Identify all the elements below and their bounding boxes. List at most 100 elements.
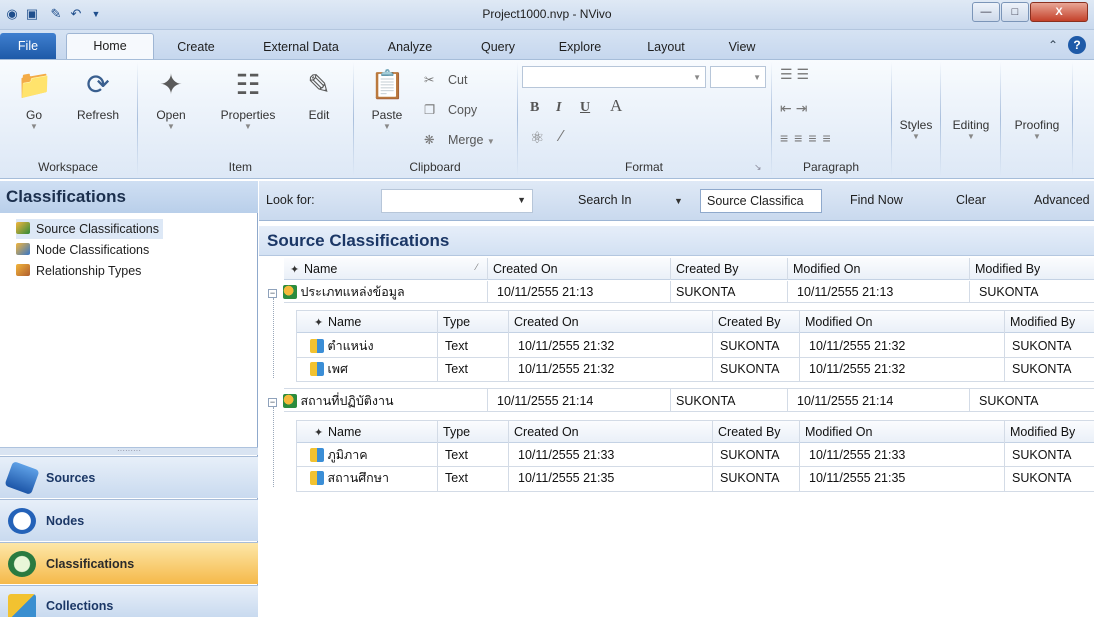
bullets-icon[interactable]: ☰☰ bbox=[780, 66, 813, 83]
modified-by-cell: SUKONTA bbox=[1012, 471, 1072, 485]
draw-line-icon[interactable]: ∕ bbox=[560, 128, 563, 146]
maximize-button[interactable]: □ bbox=[1001, 2, 1029, 22]
column-header-created-on[interactable]: Created On bbox=[493, 259, 558, 279]
tab-file[interactable]: File bbox=[0, 33, 56, 59]
column-header-created-by[interactable]: Created By bbox=[676, 259, 739, 279]
tab-query[interactable]: Query bbox=[470, 35, 526, 59]
pin-icon: ✦ bbox=[314, 317, 324, 329]
copy-button[interactable]: ❐ Copy bbox=[424, 100, 477, 120]
underline-button[interactable]: U bbox=[580, 100, 590, 116]
minimize-button[interactable]: — bbox=[972, 2, 1000, 22]
column-header-name[interactable]: ✦ Name bbox=[290, 259, 337, 279]
tab-external-data[interactable]: External Data bbox=[252, 35, 350, 59]
sub-header-type[interactable]: Type bbox=[443, 312, 470, 332]
nav-sources[interactable]: Sources bbox=[0, 456, 258, 498]
indent-icon[interactable]: ⇤⇥ bbox=[780, 100, 811, 117]
close-button[interactable]: X bbox=[1030, 2, 1088, 22]
list-view-title: Source Classifications bbox=[259, 226, 1094, 256]
nav-classifications[interactable]: Classifications bbox=[0, 542, 258, 584]
bold-button[interactable]: B bbox=[530, 100, 539, 116]
sub-header-name[interactable]: ✦ Name bbox=[314, 312, 361, 332]
nav-splitter[interactable]: ········· bbox=[0, 447, 258, 455]
nav-nodes[interactable]: Nodes bbox=[0, 499, 258, 541]
modified-on-cell: 10/11/2555 21:32 bbox=[809, 362, 906, 376]
find-now-button[interactable]: Find Now bbox=[850, 193, 903, 207]
font-name-combo[interactable]: ▼ bbox=[522, 66, 706, 88]
paste-button[interactable]: 📋 Paste ▼ bbox=[362, 68, 412, 131]
format-dialog-launcher-icon[interactable]: ↘ bbox=[754, 162, 762, 173]
modified-by-cell: SUKONTA bbox=[1012, 362, 1072, 376]
sub-header-name[interactable]: ✦ Name bbox=[314, 422, 361, 442]
alignment-icons[interactable]: ≡≡≡≡ bbox=[780, 130, 837, 146]
tab-view[interactable]: View bbox=[714, 35, 770, 59]
attribute-icon bbox=[310, 471, 324, 485]
created-by-cell: SUKONTA bbox=[676, 394, 736, 408]
table-row[interactable]: เพศ bbox=[310, 359, 348, 379]
created-on-cell: 10/11/2555 21:33 bbox=[518, 448, 615, 462]
look-for-input[interactable]: ▼ bbox=[381, 189, 533, 213]
scissors-icon: ✂ bbox=[424, 73, 435, 87]
collapse-toggle-group-1[interactable]: − bbox=[268, 289, 277, 298]
table-row[interactable]: สถานที่ปฏิบัติงาน bbox=[283, 391, 394, 411]
tree-item-relationship-types[interactable]: Relationship Types bbox=[16, 261, 141, 281]
italic-button[interactable]: I bbox=[556, 100, 561, 116]
table-row[interactable]: สถานศึกษา bbox=[310, 468, 389, 488]
modified-on-cell: 10/11/2555 21:13 bbox=[797, 285, 894, 299]
sub-header-created-on[interactable]: Created On bbox=[514, 422, 579, 442]
attribute-icon bbox=[310, 339, 324, 353]
advanced-find-button[interactable]: Advanced bbox=[1034, 193, 1094, 207]
modified-by-cell: SUKONTA bbox=[979, 394, 1039, 408]
font-size-combo[interactable]: ▼ bbox=[710, 66, 766, 88]
type-cell: Text bbox=[445, 362, 468, 376]
clear-button[interactable]: Clear bbox=[956, 193, 986, 207]
pencil-icon: ✎ bbox=[307, 69, 331, 100]
search-scope-field[interactable]: Source Classifica bbox=[700, 189, 822, 213]
merge-icon: ❋ bbox=[424, 133, 435, 147]
table-row[interactable]: ภูมิภาค bbox=[310, 445, 368, 465]
collapse-toggle-group-2[interactable]: − bbox=[268, 398, 277, 407]
table-row[interactable]: ตำแหน่ง bbox=[310, 336, 374, 356]
pin-icon: ✦ bbox=[314, 427, 324, 439]
table-row[interactable]: ประเภทแหล่งข้อมูล bbox=[283, 282, 405, 302]
sub-header-created-on[interactable]: Created On bbox=[514, 312, 579, 332]
modified-by-cell: SUKONTA bbox=[979, 285, 1039, 299]
nav-collections[interactable]: Collections bbox=[0, 585, 258, 617]
sub-header-created-by[interactable]: Created By bbox=[718, 312, 781, 332]
column-header-modified-on[interactable]: Modified On bbox=[793, 259, 860, 279]
editing-button[interactable]: Editing ▼ bbox=[944, 118, 998, 141]
search-in-button[interactable]: Search In bbox=[578, 193, 632, 207]
sub-header-modified-by[interactable]: Modified By bbox=[1010, 312, 1075, 332]
sub-header-modified-on[interactable]: Modified On bbox=[805, 422, 872, 442]
cut-button[interactable]: ✂ Cut bbox=[424, 70, 467, 90]
styles-button[interactable]: Styles ▼ bbox=[894, 118, 938, 141]
format-group-label: Format bbox=[624, 160, 663, 174]
edit-button[interactable]: ✎ Edit bbox=[296, 68, 342, 122]
highlight-icon[interactable]: ⚛ bbox=[530, 128, 544, 148]
sub-header-modified-on[interactable]: Modified On bbox=[805, 312, 872, 332]
created-on-cell: 10/11/2555 21:32 bbox=[518, 362, 615, 376]
sub-header-modified-by[interactable]: Modified By bbox=[1010, 422, 1075, 442]
sub-header-type[interactable]: Type bbox=[443, 422, 470, 442]
go-button[interactable]: 📁 Go ▼ bbox=[12, 68, 56, 131]
font-color-button[interactable]: A bbox=[610, 96, 622, 116]
type-cell: Text bbox=[445, 448, 468, 462]
minimize-ribbon-icon[interactable]: ⌃ bbox=[1048, 38, 1058, 52]
type-cell: Text bbox=[445, 471, 468, 485]
tab-analyze[interactable]: Analyze bbox=[378, 35, 442, 59]
properties-button[interactable]: ☷ Properties ▼ bbox=[212, 68, 284, 131]
tab-home[interactable]: Home bbox=[66, 33, 154, 59]
proofing-button[interactable]: Proofing ▼ bbox=[1004, 118, 1070, 141]
tab-explore[interactable]: Explore bbox=[548, 35, 612, 59]
merge-button[interactable]: ❋ Merge ▼ bbox=[424, 130, 495, 150]
workspace-group-label: Workspace bbox=[38, 160, 98, 174]
refresh-button[interactable]: ⟳ Refresh bbox=[66, 68, 130, 122]
open-button[interactable]: ✦ Open ▼ bbox=[144, 68, 198, 131]
tree-item-source-classifications[interactable]: Source Classifications bbox=[16, 219, 163, 239]
tab-create[interactable]: Create bbox=[168, 35, 224, 59]
search-in-dropdown-icon[interactable]: ▼ bbox=[674, 196, 683, 206]
help-icon[interactable]: ? bbox=[1068, 36, 1086, 54]
column-header-modified-by[interactable]: Modified By bbox=[975, 259, 1040, 279]
sub-header-created-by[interactable]: Created By bbox=[718, 422, 781, 442]
tree-item-node-classifications[interactable]: Node Classifications bbox=[16, 240, 149, 260]
tab-layout[interactable]: Layout bbox=[634, 35, 698, 59]
